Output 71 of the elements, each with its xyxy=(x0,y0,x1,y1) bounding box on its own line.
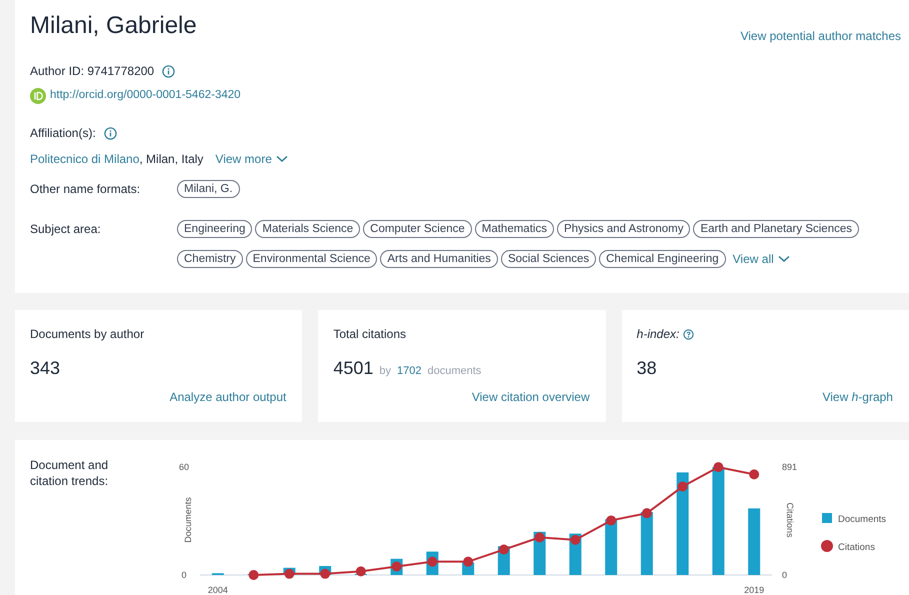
tag-chip[interactable]: Environmental Science xyxy=(246,250,378,268)
tag-chip[interactable]: Earth and Planetary Sciences xyxy=(693,220,859,238)
citation-point xyxy=(463,556,474,567)
axis-tick-label: 2004 xyxy=(208,585,228,595)
legend-swatch xyxy=(822,513,832,523)
stat-value: 38 xyxy=(636,358,657,378)
view-more-button[interactable]: View more xyxy=(215,150,288,168)
legend-label: Citations xyxy=(838,542,875,553)
author-name: Milani, Gabriele xyxy=(30,11,197,41)
citation-point xyxy=(284,568,294,579)
info-icon[interactable] xyxy=(162,64,176,78)
citation-point xyxy=(498,544,509,555)
info-icon[interactable] xyxy=(104,126,117,140)
citation-point xyxy=(570,534,580,545)
citation-point xyxy=(248,570,259,580)
axis-tick-label: 0 xyxy=(782,570,788,580)
help-icon[interactable] xyxy=(683,328,694,340)
tag-chip[interactable]: Physics and Astronomy xyxy=(556,220,690,238)
affiliations-label: Affiliation(s): xyxy=(30,125,96,142)
tag-chip[interactable]: Social Sciences xyxy=(500,250,596,268)
chevron-down-icon xyxy=(276,155,288,164)
citation-point xyxy=(427,556,438,567)
citation-point xyxy=(392,562,402,572)
citation-point xyxy=(678,482,688,492)
chevron-down-icon xyxy=(778,255,790,264)
documents-bar xyxy=(640,512,653,575)
tag-chip[interactable]: Arts and Humanities xyxy=(380,250,498,268)
axis-tick-label: 2019 xyxy=(744,585,764,595)
subject-area-label: Subject area: xyxy=(30,221,102,238)
document-count-link[interactable]: 1702 xyxy=(397,363,422,380)
legend-swatch xyxy=(821,540,833,552)
tag-chip[interactable]: Mathematics xyxy=(474,220,554,238)
affiliation-text: Politecnico di Milano, Milan, Italy xyxy=(30,151,204,168)
legend-label: Documents xyxy=(838,514,886,525)
other-names-label: Other name formats: xyxy=(30,181,142,198)
tag-chip[interactable]: Computer Science xyxy=(363,220,472,238)
documents-label: documents xyxy=(427,364,482,379)
citation-point xyxy=(713,462,724,472)
author-matches-link[interactable]: View potential author matches xyxy=(740,27,901,45)
view-all-button[interactable]: View all xyxy=(732,250,790,268)
stat-title: Total citations xyxy=(333,326,408,343)
axis-title: Documents xyxy=(183,497,193,543)
tag-chip[interactable]: Milani, G. xyxy=(177,180,240,198)
orcid-icon xyxy=(30,88,46,104)
axis-title: Citations xyxy=(785,502,795,538)
author-output-link[interactable]: Analyze author output xyxy=(170,388,286,406)
citation-point xyxy=(606,515,616,526)
citation-point xyxy=(749,469,760,480)
stat-title: h-index: xyxy=(636,326,680,343)
citation-overview-link[interactable]: View citation overview xyxy=(472,388,590,406)
h-graph-link[interactable]: View h-graph xyxy=(822,388,893,406)
stat-title: Documents by author xyxy=(30,326,146,343)
tag-chip[interactable]: Engineering xyxy=(177,220,252,238)
citation-point xyxy=(356,566,366,576)
axis-tick-label: 0 xyxy=(182,570,186,580)
tag-chip[interactable]: Chemistry xyxy=(177,250,243,268)
stat-value: 4501 xyxy=(333,357,374,380)
axis-tick-label: 891 xyxy=(782,462,798,472)
tag-chip[interactable]: Materials Science xyxy=(255,220,360,238)
orcid-link[interactable]: http://orcid.org/0000-0001-5462-3420 xyxy=(50,87,241,104)
trends-label: Document and citation trends: xyxy=(30,457,110,490)
stat-value: 343 xyxy=(30,358,60,378)
citation-point xyxy=(642,508,652,518)
tag-chip[interactable]: Chemical Engineering xyxy=(599,250,726,268)
citation-point xyxy=(534,532,545,542)
affiliation-link[interactable]: Politecnico di Milano xyxy=(30,152,140,166)
by-label: by xyxy=(379,364,391,379)
documents-bar xyxy=(748,508,760,575)
axis-tick-label: 60 xyxy=(179,462,189,472)
author-id: Author ID: 9741778200 xyxy=(30,63,154,80)
documents-bar xyxy=(605,519,618,575)
